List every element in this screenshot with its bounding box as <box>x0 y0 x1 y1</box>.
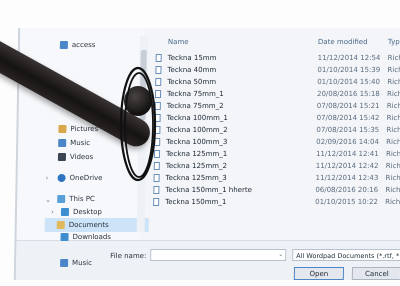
file-name: Teckna 100mm_3 <box>166 138 228 146</box>
list-item[interactable]: Teckna 75mm_2 07/08/2014 15:21 Rich <box>149 100 400 112</box>
file-type: Rich <box>387 54 400 62</box>
column-type[interactable]: Type <box>388 38 400 46</box>
pictures-icon <box>58 125 67 133</box>
nav-item-label: access <box>71 41 96 49</box>
file-date: 11/12/2014 12:54 <box>317 54 381 62</box>
file-type: Rich <box>385 150 400 158</box>
nav-item-label: Music <box>70 139 91 147</box>
file-type: Rich <box>387 78 400 86</box>
file-type: Rich <box>385 186 400 194</box>
list-item[interactable]: Teckna 75mm_1 20/08/2016 15:18 Rich <box>149 88 400 100</box>
list-item[interactable]: Teckna 100mm_2 07/08/2014 15:35 Rich <box>148 124 400 136</box>
file-name: Teckna 50mm <box>167 78 217 86</box>
folder-icon <box>56 221 65 229</box>
list-item[interactable]: Teckna 100mm_3 02/09/2016 14:04 Rich <box>148 136 400 148</box>
file-date: 11/12/2014 12:42 <box>315 162 379 170</box>
column-name[interactable]: Name <box>168 38 189 46</box>
file-date: 02/09/2016 14:04 <box>316 138 380 146</box>
file-type: Rich <box>386 114 400 122</box>
file-date: 01/10/2014 15:40 <box>317 78 381 86</box>
nav-item-desktop[interactable]: Desktop <box>60 205 102 219</box>
list-item[interactable]: Teckna 125mm_1 11/12/2014 12:41 Rich <box>148 148 400 160</box>
file-date: 20/08/2016 15:18 <box>316 90 380 98</box>
star-icon <box>59 41 68 49</box>
file-dialog-window: access Pictures Music Videos › OneDrive … <box>13 28 400 280</box>
computer-icon <box>57 195 66 203</box>
file-date: 07/08/2014 15:42 <box>316 114 380 122</box>
file-type: Rich <box>386 90 400 98</box>
file-date: 11/12/2014 12:43 <box>315 174 379 182</box>
file-name: Teckna 100mm_1 <box>166 114 228 122</box>
ink-circle-annotation <box>119 66 157 182</box>
file-date: 07/08/2014 15:35 <box>316 126 380 134</box>
nav-item-label: OneDrive <box>69 174 103 182</box>
desktop-icon <box>60 208 70 216</box>
file-name: Teckna 40mm <box>167 66 217 74</box>
file-date: 11/12/2014 12:41 <box>315 150 379 158</box>
photo-frame: access Pictures Music Videos › OneDrive … <box>0 0 400 286</box>
nav-item-music-2[interactable]: Music <box>60 256 92 270</box>
nav-item-label: Desktop <box>72 208 102 216</box>
file-name: Teckna 125mm_1 <box>165 150 228 158</box>
file-date: 01/10/2014 15:39 <box>317 66 381 74</box>
list-item[interactable]: Teckna 125mm_3 11/12/2014 12:43 Rich <box>147 172 400 184</box>
nav-item-label: Downloads <box>72 233 112 241</box>
file-type: Rich <box>386 126 400 134</box>
document-icon <box>155 54 162 62</box>
chevron-right-icon[interactable]: › <box>51 208 54 216</box>
music-icon <box>58 139 67 147</box>
file-type: Rich <box>385 162 400 170</box>
list-item[interactable]: Teckna 150mm_1 hherte 06/08/2016 20:16 Ric… <box>147 184 400 196</box>
file-name: Teckna 125mm_3 <box>165 174 227 182</box>
file-type: Rich <box>386 102 400 110</box>
nav-item-videos[interactable]: Videos <box>57 150 94 164</box>
file-type-filter[interactable]: All Wordpad Documents (*.rtf, * <box>292 249 400 261</box>
nav-item-music[interactable]: Music <box>58 136 90 150</box>
file-date: 01/10/2015 10:22 <box>315 198 378 206</box>
file-type: Rich <box>386 138 400 146</box>
nav-item-downloads[interactable]: Downloads <box>60 230 111 244</box>
file-type: Rich <box>385 198 400 206</box>
list-item[interactable]: Teckna 50mm 01/10/2014 15:40 Rich <box>149 76 400 88</box>
file-name: Teckna 150mm_1 <box>165 198 227 206</box>
nav-item-label: Music <box>72 259 93 267</box>
chevron-down-icon[interactable]: ⌄ <box>45 196 51 204</box>
file-date: 06/08/2016 20:16 <box>315 186 379 194</box>
list-item[interactable]: Teckna 125mm_2 11/12/2014 12:42 Rich <box>148 160 400 172</box>
file-name: Teckna 125mm_2 <box>165 162 228 170</box>
nav-item-label: Documents <box>68 221 109 229</box>
file-name: Teckna 15mm <box>167 54 217 62</box>
list-item[interactable]: Teckna 40mm 01/10/2014 15:39 Rich <box>149 64 400 76</box>
download-icon <box>60 233 69 241</box>
file-name-label: File name: <box>110 252 147 260</box>
document-icon <box>153 186 160 194</box>
chevron-right-icon[interactable]: › <box>46 174 49 182</box>
nav-item-this-pc[interactable]: This PC <box>57 192 95 206</box>
nav-item-quick-access[interactable]: access <box>59 38 96 52</box>
nav-item-label: Pictures <box>70 125 99 133</box>
open-button[interactable]: Open <box>293 267 345 280</box>
cancel-button[interactable]: Cancel <box>351 267 400 280</box>
file-name: Teckna 75mm_1 <box>166 90 224 98</box>
nav-item-label: Videos <box>69 153 94 161</box>
videos-icon <box>57 153 67 161</box>
nav-item-label: This PC <box>69 195 95 203</box>
file-name: Teckna 150mm_1 hherte <box>165 186 252 194</box>
cloud-icon <box>57 174 66 182</box>
list-item[interactable]: Teckna 15mm 11/12/2014 12:54 Rich <box>150 52 400 64</box>
file-type: Rich <box>387 66 400 74</box>
file-type: Rich <box>385 174 400 182</box>
list-item[interactable]: Teckna 150mm_1 01/10/2015 10:22 Rich <box>147 196 400 208</box>
column-header: Name Date modified Type <box>150 36 400 50</box>
nav-item-onedrive[interactable]: OneDrive <box>57 171 103 185</box>
file-name: Teckna 100mm_2 <box>166 126 228 134</box>
list-item[interactable]: Teckna 100mm_1 07/08/2014 15:42 Rich <box>149 112 400 124</box>
column-date-modified[interactable]: Date modified <box>318 38 368 46</box>
document-icon <box>153 198 160 206</box>
file-name: Teckna 75mm_2 <box>166 102 224 110</box>
music-icon <box>60 259 69 267</box>
file-name-input[interactable] <box>150 249 287 261</box>
file-date: 07/08/2014 15:21 <box>316 102 380 110</box>
